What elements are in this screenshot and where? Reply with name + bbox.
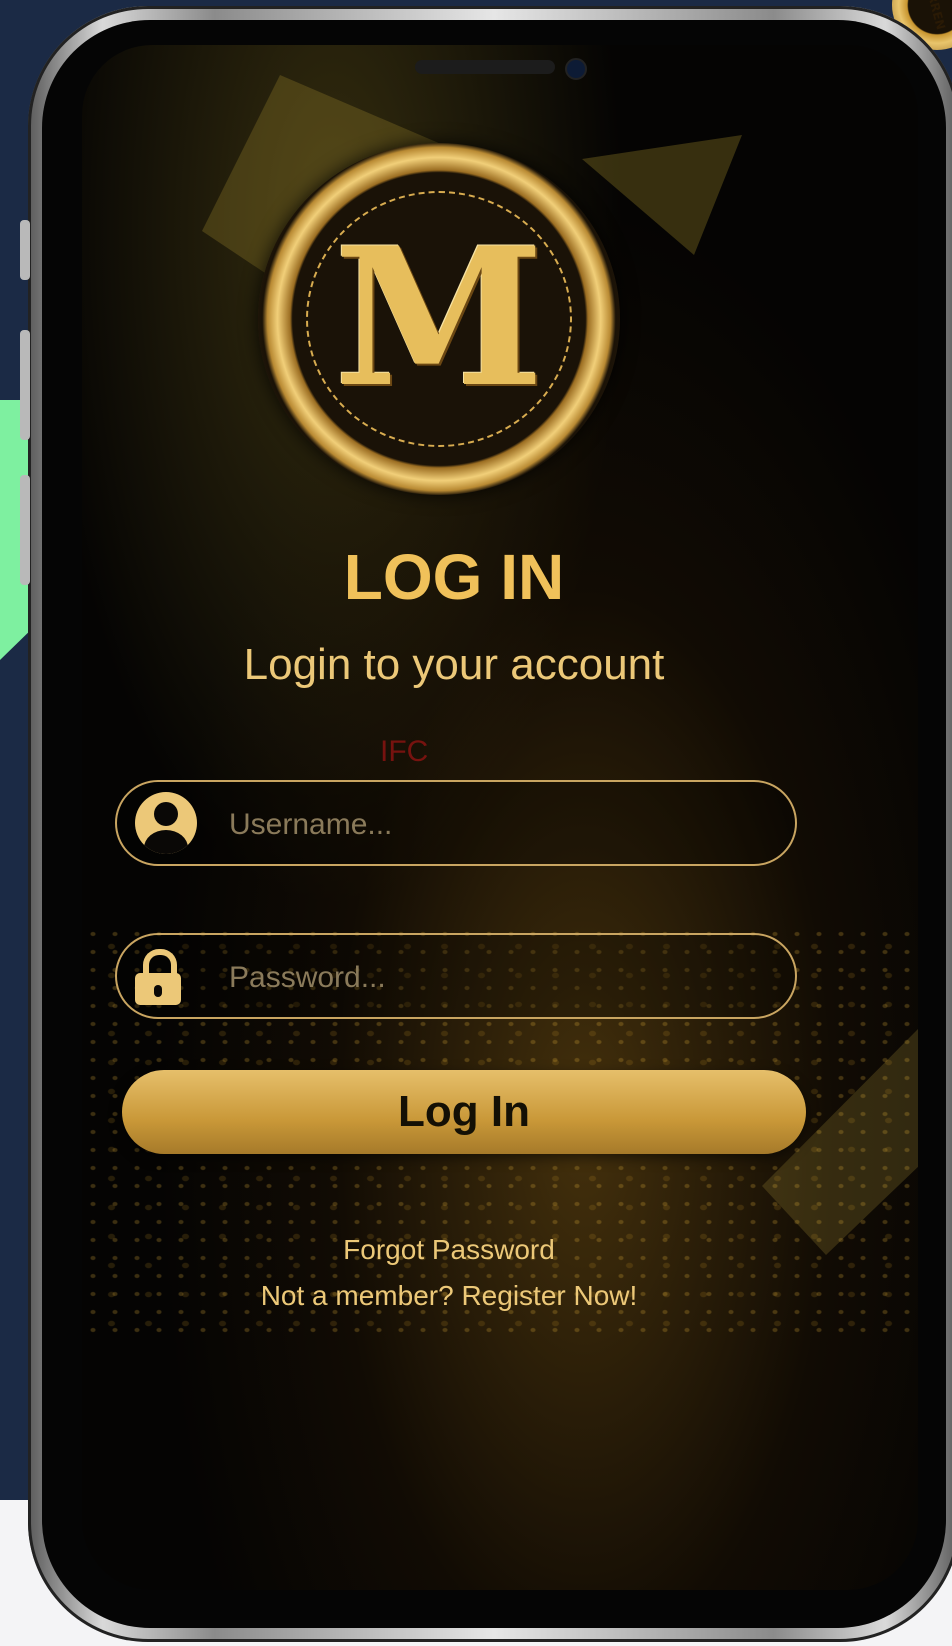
faint-label: IFC bbox=[380, 735, 429, 768]
phone-speaker bbox=[415, 60, 555, 74]
msn-coin-logo: M bbox=[258, 143, 620, 495]
username-input[interactable] bbox=[227, 800, 771, 850]
password-field[interactable] bbox=[115, 933, 797, 1019]
lock-icon bbox=[135, 949, 181, 1005]
front-camera bbox=[565, 58, 587, 80]
corner-seal-text: URREN bbox=[922, 0, 949, 32]
forgot-password-link[interactable]: Forgot Password bbox=[0, 1234, 898, 1266]
page-subtitle: Login to your account bbox=[243, 640, 665, 689]
phone-volume-up bbox=[20, 330, 30, 440]
register-link[interactable]: Not a member? Register Now! bbox=[0, 1280, 898, 1312]
phone-side-button bbox=[20, 220, 30, 280]
password-input[interactable] bbox=[227, 953, 771, 1003]
coin-letter: M bbox=[333, 206, 545, 429]
page-title: LOG IN bbox=[343, 541, 565, 613]
username-field[interactable] bbox=[115, 780, 797, 866]
login-button[interactable]: Log In bbox=[122, 1070, 806, 1154]
user-icon bbox=[135, 792, 197, 854]
